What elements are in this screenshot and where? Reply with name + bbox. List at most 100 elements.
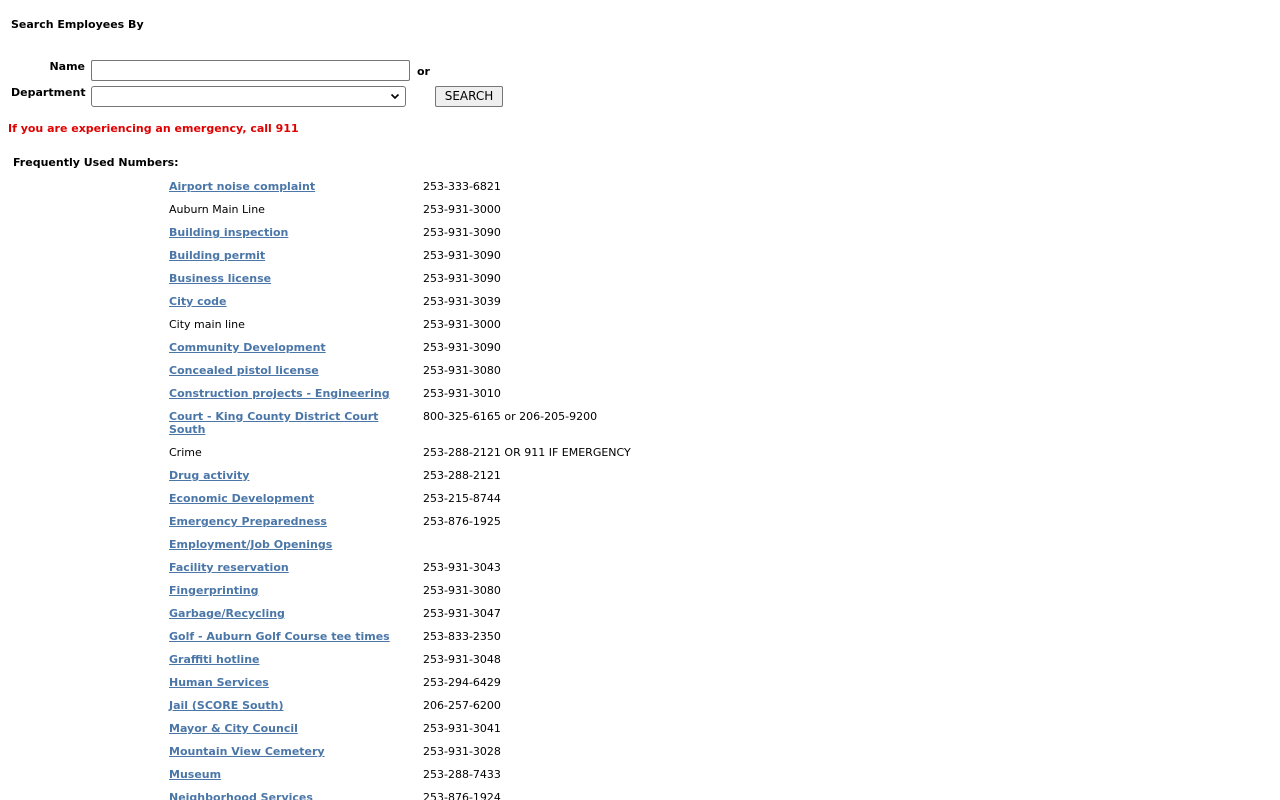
or-text: or xyxy=(417,65,430,78)
frequent-number-link[interactable]: Human Services xyxy=(169,676,269,689)
list-item: Building permit 253-931-3090 xyxy=(169,248,689,271)
list-item: Jail (SCORE South) 206-257-6200 xyxy=(169,698,689,721)
frequent-number-link[interactable]: Community Development xyxy=(169,341,326,354)
frequent-number-link[interactable]: Building permit xyxy=(169,249,265,262)
list-item: Golf - Auburn Golf Course tee times 253-8… xyxy=(169,629,689,652)
frequent-number-link[interactable]: City code xyxy=(169,295,227,308)
frequent-number-link[interactable]: Employment/Job Openings xyxy=(169,538,332,551)
frequent-number-phone: 253-876-1924 xyxy=(423,791,501,800)
search-button[interactable]: SEARCH xyxy=(435,86,503,107)
frequent-number-phone: 253-931-3047 xyxy=(423,607,501,620)
frequent-number-phone: 253-931-3090 xyxy=(423,341,501,354)
list-item: Human Services 253-294-6429 xyxy=(169,675,689,698)
frequent-number-phone: 253-215-8744 xyxy=(423,492,501,505)
list-item: City code 253-931-3039 xyxy=(169,294,689,317)
frequent-number-link[interactable]: Museum xyxy=(169,768,221,781)
chevron-down-icon xyxy=(390,93,400,100)
frequent-number-label: Auburn Main Line xyxy=(169,203,265,216)
frequent-number-link[interactable]: Graffiti hotline xyxy=(169,653,259,666)
frequent-number-label-cell: Building inspection xyxy=(169,226,404,239)
search-heading: Search Employees By xyxy=(11,18,144,31)
frequent-number-label-cell: Golf - Auburn Golf Course tee times xyxy=(169,630,404,643)
frequent-number-link[interactable]: Mountain View Cemetery xyxy=(169,745,325,758)
list-item: Business license 253-931-3090 xyxy=(169,271,689,294)
frequent-number-label: City main line xyxy=(169,318,245,331)
frequent-number-link[interactable]: Court - King County District Court South xyxy=(169,410,378,436)
frequent-number-label-cell: Garbage/Recycling xyxy=(169,607,404,620)
department-label: Department xyxy=(11,86,86,99)
list-item: Building inspection 253-931-3090 xyxy=(169,225,689,248)
frequent-number-link[interactable]: Mayor & City Council xyxy=(169,722,298,735)
list-item: Airport noise complaint 253-333-6821 xyxy=(169,179,689,202)
frequent-number-label-cell: Mayor & City Council xyxy=(169,722,404,735)
frequent-number-phone: 253-931-3080 xyxy=(423,584,501,597)
frequently-used-heading: Frequently Used Numbers: xyxy=(13,156,179,169)
frequent-number-phone: 253-931-3039 xyxy=(423,295,501,308)
frequent-number-link[interactable]: Golf - Auburn Golf Course tee times xyxy=(169,630,390,643)
list-item: Mayor & City Council 253-931-3041 xyxy=(169,721,689,744)
frequent-number-phone: 253-876-1925 xyxy=(423,515,501,528)
frequent-number-phone: 253-833-2350 xyxy=(423,630,501,643)
list-item: Mountain View Cemetery 253-931-3028 xyxy=(169,744,689,767)
frequent-number-label-cell: Community Development xyxy=(169,341,404,354)
frequent-number-link[interactable]: Concealed pistol license xyxy=(169,364,319,377)
list-item: Graffiti hotline 253-931-3048 xyxy=(169,652,689,675)
frequent-number-label-cell: Employment/Job Openings xyxy=(169,538,404,551)
frequent-number-label-cell: Construction projects - Engineering xyxy=(169,387,404,400)
frequent-number-label-cell: Jail (SCORE South) xyxy=(169,699,404,712)
frequent-number-label-cell: Concealed pistol license xyxy=(169,364,404,377)
list-item: Employment/Job Openings xyxy=(169,537,689,560)
frequent-number-link[interactable]: Jail (SCORE South) xyxy=(169,699,284,712)
frequent-number-link[interactable]: Business license xyxy=(169,272,271,285)
frequent-number-link[interactable]: Emergency Preparedness xyxy=(169,515,327,528)
page: Search Employees By Name or Department S… xyxy=(0,0,1280,800)
frequent-number-label-cell: Human Services xyxy=(169,676,404,689)
frequent-number-phone: 206-257-6200 xyxy=(423,699,501,712)
frequent-number-label-cell: City code xyxy=(169,295,404,308)
list-item: Construction projects - Engineering 253-9… xyxy=(169,386,689,409)
list-item: Fingerprinting 253-931-3080 xyxy=(169,583,689,606)
frequent-numbers-list: Airport noise complaint 253-333-6821 Aubur… xyxy=(169,179,689,800)
list-item: Crime 253-288-2121 OR 911 IF EMERGENCY xyxy=(169,445,689,468)
frequent-number-label-cell: Facility reservation xyxy=(169,561,404,574)
frequent-number-link[interactable]: Facility reservation xyxy=(169,561,289,574)
list-item: Garbage/Recycling 253-931-3047 xyxy=(169,606,689,629)
frequent-number-phone: 253-931-3090 xyxy=(423,226,501,239)
frequent-number-link[interactable]: Garbage/Recycling xyxy=(169,607,285,620)
frequent-number-phone: 253-931-3090 xyxy=(423,272,501,285)
frequent-number-phone: 253-931-3048 xyxy=(423,653,501,666)
frequent-number-label-cell: Drug activity xyxy=(169,469,404,482)
frequent-number-phone: 253-931-3043 xyxy=(423,561,501,574)
list-item: Facility reservation 253-931-3043 xyxy=(169,560,689,583)
frequent-number-link[interactable]: Building inspection xyxy=(169,226,288,239)
frequent-number-label-cell: Mountain View Cemetery xyxy=(169,745,404,758)
frequent-number-phone: 253-294-6429 xyxy=(423,676,501,689)
frequent-number-link[interactable]: Fingerprinting xyxy=(169,584,259,597)
department-select[interactable] xyxy=(91,86,406,107)
frequent-number-label-cell: Neighborhood Services xyxy=(169,791,404,800)
frequent-number-phone: 253-931-3000 xyxy=(423,318,501,331)
frequent-number-phone: 253-288-7433 xyxy=(423,768,501,781)
frequent-number-phone: 253-931-3000 xyxy=(423,203,501,216)
name-input[interactable] xyxy=(91,60,410,81)
frequent-number-label-cell: Fingerprinting xyxy=(169,584,404,597)
frequent-number-link[interactable]: Economic Development xyxy=(169,492,314,505)
frequent-number-label-cell: Economic Development xyxy=(169,492,404,505)
frequent-number-link[interactable]: Neighborhood Services xyxy=(169,791,313,800)
name-label: Name xyxy=(49,60,85,73)
frequent-number-phone: 253-931-3028 xyxy=(423,745,501,758)
frequent-number-link[interactable]: Construction projects - Engineering xyxy=(169,387,390,400)
frequent-number-phone: 253-931-3010 xyxy=(423,387,501,400)
frequent-number-label: Crime xyxy=(169,446,202,459)
list-item: Auburn Main Line 253-931-3000 xyxy=(169,202,689,225)
list-item: Drug activity 253-288-2121 xyxy=(169,468,689,491)
frequent-number-phone: 253-333-6821 xyxy=(423,180,501,193)
frequent-number-label-cell: Emergency Preparedness xyxy=(169,515,404,528)
list-item: Concealed pistol license 253-931-3080 xyxy=(169,363,689,386)
frequent-number-link[interactable]: Airport noise complaint xyxy=(169,180,315,193)
frequent-number-phone: 253-931-3080 xyxy=(423,364,501,377)
frequent-number-phone: 253-931-3041 xyxy=(423,722,501,735)
frequent-number-link[interactable]: Drug activity xyxy=(169,469,249,482)
list-item: Neighborhood Services 253-876-1924 xyxy=(169,790,689,800)
frequent-number-phone: 253-288-2121 OR 911 IF EMERGENCY xyxy=(423,446,631,459)
